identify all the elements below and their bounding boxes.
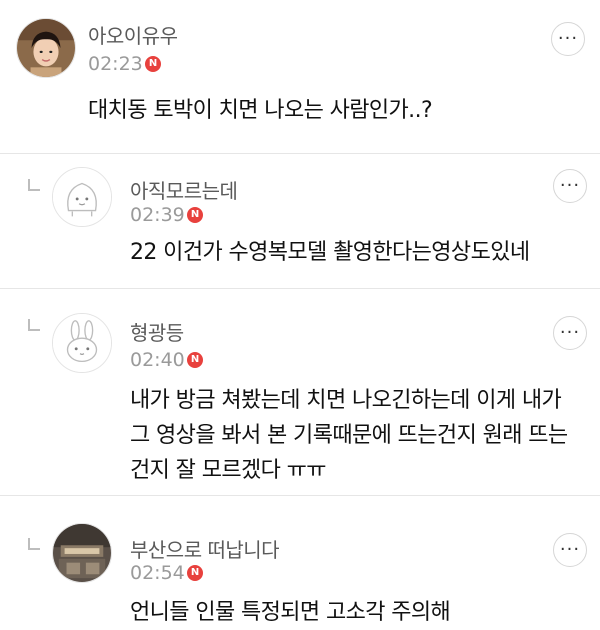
new-badge: N (187, 207, 203, 223)
comment-line: 그 영상을 봐서 본 기록때문에 뜨는건지 원래 뜨는 (130, 423, 568, 448)
comment-item: 아직모르는데 02:39 N 22 이건가 수영복모델 촬영한다는영상도있네 ·… (0, 154, 600, 288)
timestamp: 02:40 (130, 349, 185, 371)
reply-arrow-icon (28, 538, 40, 550)
more-options-button[interactable]: ··· (551, 22, 585, 56)
author-name[interactable]: 형광등 (130, 317, 184, 346)
comment-text: 대치동 토박이 치면 나오는 사람인가..? (88, 93, 433, 128)
comment-line: 건지 잘 모르겠다 ㅠㅠ (130, 458, 327, 483)
comment-line: 내가 방금 쳐봤는데 치면 나오긴하는데 이게 내가 (130, 388, 562, 413)
comment-line: 22 이건가 수영복모델 촬영한다는영상도있네 (130, 240, 530, 265)
avatar[interactable] (16, 18, 76, 78)
avatar[interactable] (52, 167, 112, 227)
author-name[interactable]: 아오이유우 (88, 20, 178, 49)
timestamp: 02:23 (88, 53, 143, 75)
new-badge: N (187, 565, 203, 581)
more-options-button[interactable]: ··· (553, 316, 587, 350)
new-badge: N (187, 352, 203, 368)
comment-item: 형광등 02:40 N 내가 방금 쳐봤는데 치면 나오긴하는데 이게 내가 그… (0, 289, 600, 495)
comment-text: 언니들 인물 특정되면 고소각 주의해 (130, 595, 451, 630)
more-options-icon: ··· (557, 28, 579, 49)
more-options-button[interactable]: ··· (553, 169, 587, 203)
reply-arrow-icon (28, 319, 40, 331)
reply-arrow-icon (28, 179, 40, 191)
timestamp: 02:39 (130, 204, 185, 226)
more-options-button[interactable]: ··· (553, 533, 587, 567)
more-options-icon: ··· (559, 322, 581, 343)
avatar[interactable] (52, 313, 112, 373)
new-badge: N (145, 56, 161, 72)
comment-text: 내가 방금 쳐봤는데 치면 나오긴하는데 이게 내가 그 영상을 봐서 본 기록… (130, 383, 568, 488)
comment-item: 부산으로 떠납니다 02:54 N 언니들 인물 특정되면 고소각 주의해 ··… (0, 496, 600, 626)
avatar[interactable] (52, 523, 112, 583)
more-options-icon: ··· (559, 539, 581, 560)
author-name[interactable]: 부산으로 떠납니다 (130, 534, 280, 563)
comment-text: 22 이건가 수영복모델 촬영한다는영상도있네 (130, 235, 530, 270)
author-name[interactable]: 아직모르는데 (130, 175, 238, 204)
timestamp: 02:54 (130, 562, 185, 584)
comment-item: 아오이유우 02:23 N 대치동 토박이 치면 나오는 사람인가..? ··· (0, 0, 600, 154)
comment-line: 언니들 인물 특정되면 고소각 주의해 (130, 600, 451, 625)
comment-line: 대치동 토박이 치면 나오는 사람인가..? (88, 98, 433, 123)
more-options-icon: ··· (559, 175, 581, 196)
